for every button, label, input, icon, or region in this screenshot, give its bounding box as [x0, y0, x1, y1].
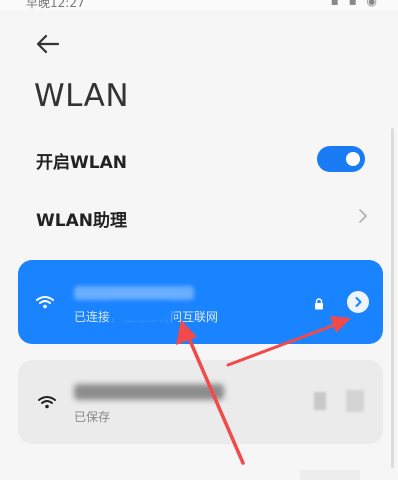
chevron-right-icon	[355, 297, 362, 307]
network-status: 已保存	[74, 410, 111, 424]
network-details-button[interactable]	[347, 291, 369, 313]
scrollbar[interactable]	[391, 128, 394, 468]
chevron-right-icon[interactable]	[358, 208, 368, 224]
wifi-icon	[36, 294, 54, 313]
network-ssid	[74, 286, 194, 300]
status-bar: 早晚12:27 ▪ ▪ ◉	[0, 0, 398, 10]
wlan-toggle-label: 开启WLAN	[36, 153, 127, 173]
wlan-assistant-item[interactable]: WLAN助理	[36, 206, 127, 231]
redaction-blur	[110, 304, 172, 324]
back-button[interactable]	[36, 34, 60, 54]
wlan-toggle-switch[interactable]	[317, 146, 365, 172]
redaction-blur	[314, 392, 326, 410]
toggle-knob	[346, 152, 360, 166]
next-item-edge	[300, 470, 360, 480]
wifi-icon	[38, 394, 56, 413]
wlan-settings-screen: 早晚12:27 ▪ ▪ ◉ WLAN 开启WLAN WLAN助理 已连接，但无法…	[0, 0, 398, 480]
lock-icon	[314, 295, 324, 314]
status-time: 早晚12:27	[26, 0, 85, 10]
network-item-saved[interactable]: 已保存	[18, 360, 383, 444]
page-title: WLAN	[34, 78, 130, 114]
network-ssid	[74, 384, 224, 400]
status-icons: ▪ ▪ ◉	[330, 0, 380, 8]
network-item-connected[interactable]: 已连接，但无法访问互联网	[18, 260, 383, 344]
redaction-blur	[346, 390, 364, 412]
arrow-left-icon	[36, 34, 60, 54]
